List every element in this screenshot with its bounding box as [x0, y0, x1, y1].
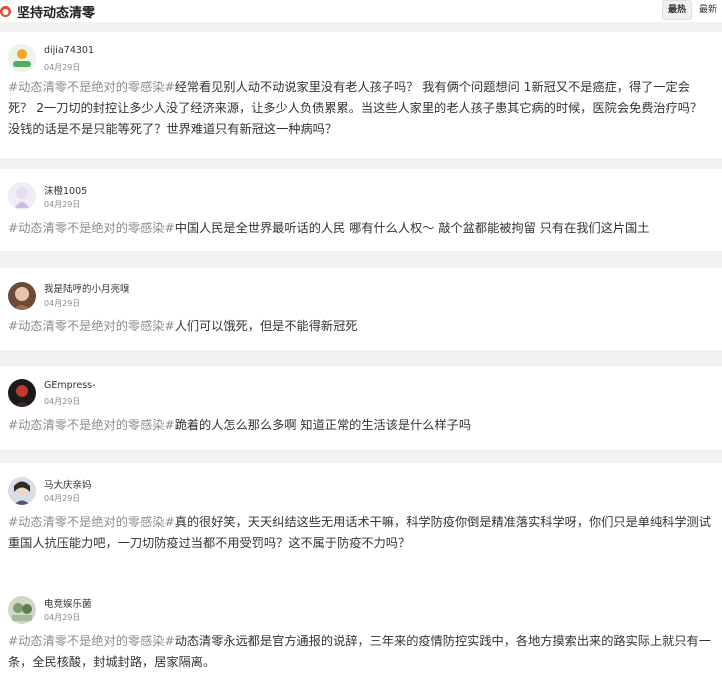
comment-card: dijia74301 04月29日 #动态清零不是绝对的零感染#经常看见别人动不…	[0, 32, 722, 158]
comment-text: #动态清零不是绝对的零感染#中国人民是全世界最听话的人民 哪有什么人权～ 敲个盆…	[8, 218, 714, 239]
username[interactable]: 马大庆亲妈	[44, 477, 92, 491]
user-avatar[interactable]	[8, 282, 36, 310]
comment-date: 04月29日	[44, 299, 81, 308]
topic-header: ● 坚持动态清零 最热 最新	[0, 0, 722, 22]
comment-body: 中国人民是全世界最听话的人民 哪有什么人权～ 敲个盆都能被拘留 只有在我们这片国…	[174, 221, 650, 235]
comment-date: 04月29日	[44, 200, 81, 209]
topic-hashtag[interactable]: #动态清零不是绝对的零感染#	[8, 418, 175, 432]
comment-text: #动态清零不是绝对的零感染#动态清零永远都是官方通报的说辞，三年来的疫情防控实践…	[8, 631, 714, 673]
topic-hashtag[interactable]: #动态清零不是绝对的零感染#	[8, 634, 175, 648]
comment-date: 04月29日	[44, 397, 81, 406]
comment-text: #动态清零不是绝对的零感染#人们可以饿死，但是不能得新冠死	[8, 316, 714, 337]
comment-text: #动态清零不是绝对的零感染#真的很好笑，天天纠结这些无用话术干嘛，科学防疫你倒是…	[8, 512, 714, 554]
sort-tabs: 最热 最新	[660, 0, 722, 20]
username[interactable]: GEmpress-	[44, 380, 96, 391]
topic-hashtag[interactable]: #动态清零不是绝对的零感染#	[8, 515, 175, 529]
comment-body: 跪着的人怎么那么多啊 知道正常的生活该是什么样子吗	[174, 418, 472, 432]
comment-card: 马大庆亲妈 04月29日 #动态清零不是绝对的零感染#真的很好笑，天天纠结这些无…	[0, 463, 722, 582]
comment-date: 04月29日	[44, 494, 81, 503]
user-avatar[interactable]	[8, 379, 36, 407]
user-avatar[interactable]	[8, 44, 36, 72]
username[interactable]: 电竞娱乐菌	[44, 596, 92, 610]
topic-hashtag[interactable]: #动态清零不是绝对的零感染#	[8, 319, 175, 333]
comment-card: 我是陆哼的小月亮嗅 04月29日 #动态清零不是绝对的零感染#人们可以饿死，但是…	[0, 268, 722, 350]
username[interactable]: 我是陆哼的小月亮嗅	[44, 281, 130, 295]
comment-card: 电竞娱乐菌 04月29日 #动态清零不是绝对的零感染#动态清零永远都是官方通报的…	[0, 582, 722, 675]
comment-date: 04月29日	[44, 63, 81, 72]
comment-date: 04月29日	[44, 613, 81, 622]
username[interactable]: 沫橙1005	[44, 183, 87, 197]
user-avatar[interactable]	[8, 477, 36, 505]
sort-new-tab[interactable]: 最新	[693, 1, 722, 19]
user-avatar[interactable]	[8, 596, 36, 624]
username[interactable]: dijia74301	[44, 45, 94, 56]
user-avatar[interactable]	[8, 182, 36, 210]
comment-text: #动态清零不是绝对的零感染#经常看见别人动不动说家里没有老人孩子吗？ 我有俩个问…	[8, 77, 714, 140]
topic-hashtag[interactable]: #动态清零不是绝对的零感染#	[8, 221, 175, 235]
page-title: 坚持动态清零	[17, 5, 96, 21]
circle-badge-icon: ●	[0, 5, 11, 17]
comment-card: GEmpress- 04月29日 #动态清零不是绝对的零感染#跪着的人怎么那么多…	[0, 366, 722, 450]
sort-hot-tab[interactable]: 最热	[661, 0, 692, 20]
comment-card: 沫橙1005 04月29日 #动态清零不是绝对的零感染#中国人民是全世界最听话的…	[0, 169, 722, 251]
topic-hashtag[interactable]: #动态清零不是绝对的零感染#	[8, 80, 175, 94]
comment-text: #动态清零不是绝对的零感染#跪着的人怎么那么多啊 知道正常的生活该是什么样子吗	[8, 415, 714, 436]
comment-body: 人们可以饿死，但是不能得新冠死	[174, 319, 358, 333]
